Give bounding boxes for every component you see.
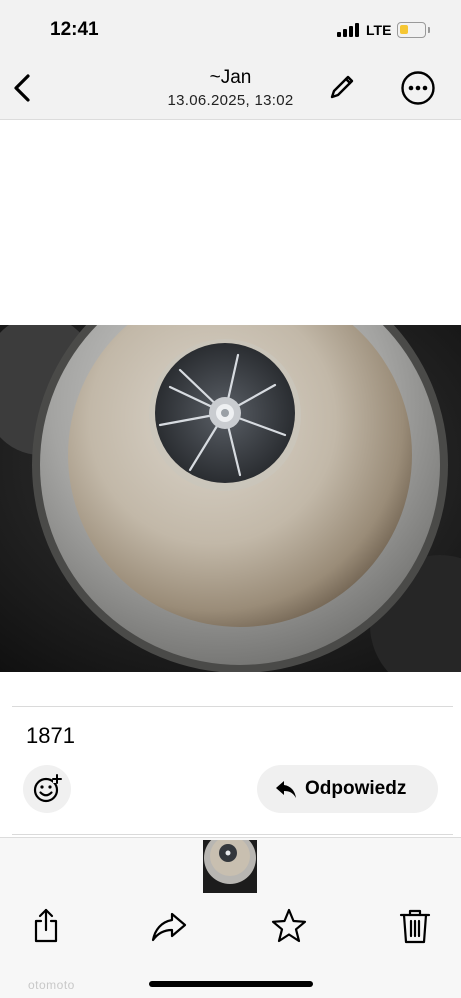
reply-arrow-icon bbox=[276, 781, 296, 798]
message-timestamp: 13.06.2025, 13:02 bbox=[167, 92, 294, 109]
home-indicator[interactable] bbox=[149, 981, 313, 987]
status-bar: 12:41 LTE bbox=[0, 0, 461, 58]
sender-name: ~Jan bbox=[209, 67, 252, 88]
caption-divider bbox=[12, 706, 453, 707]
media-thumbnail[interactable] bbox=[203, 840, 257, 893]
message-photo[interactable] bbox=[0, 325, 461, 672]
trash-icon bbox=[399, 909, 431, 944]
pencil-icon bbox=[330, 75, 354, 99]
delete-button[interactable] bbox=[395, 906, 435, 946]
battery-level bbox=[400, 25, 408, 34]
reply-button[interactable]: Odpowiedz bbox=[257, 765, 438, 813]
edit-button[interactable] bbox=[323, 70, 359, 106]
turbocharger-photo-image bbox=[0, 325, 461, 672]
add-reaction-button[interactable] bbox=[23, 765, 71, 813]
bottom-bar: otomoto bbox=[0, 837, 461, 998]
watermark-logo: otomoto bbox=[28, 978, 75, 992]
chat-media-header: ~Jan 13.06.2025, 13:02 bbox=[0, 58, 461, 120]
reply-label: Odpowiedz bbox=[305, 778, 407, 799]
star-button[interactable] bbox=[269, 906, 309, 946]
message-caption: 1871 bbox=[26, 723, 75, 748]
signal-icon bbox=[337, 23, 361, 37]
ellipsis-circle-icon bbox=[401, 71, 435, 105]
thumbnail-image bbox=[203, 840, 257, 893]
battery-icon bbox=[397, 22, 426, 38]
status-time: 12:41 bbox=[50, 19, 99, 40]
battery-cap bbox=[428, 27, 430, 33]
more-options-button[interactable] bbox=[399, 69, 437, 107]
share-button[interactable] bbox=[26, 906, 66, 946]
toolbar-divider bbox=[12, 834, 453, 835]
forward-icon bbox=[151, 912, 187, 942]
network-label: LTE bbox=[366, 22, 392, 38]
share-icon bbox=[34, 908, 58, 943]
smiley-add-icon bbox=[33, 774, 62, 803]
forward-button[interactable] bbox=[149, 906, 189, 946]
star-icon bbox=[271, 908, 307, 943]
